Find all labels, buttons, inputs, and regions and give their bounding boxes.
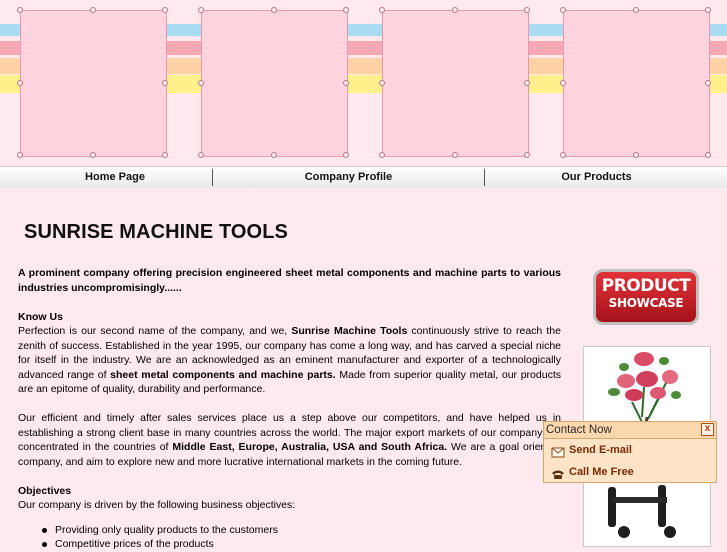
banner-dot: [162, 152, 168, 158]
intro-text: A prominent company offering precision e…: [18, 267, 561, 294]
showcase-line-2: SHOWCASE: [608, 296, 684, 310]
banner-dot: [343, 80, 349, 86]
showcase-line-1: PRODUCT: [601, 276, 691, 296]
banner-dot: [198, 152, 204, 158]
know-us-paragraph-1: Perfection is our second name of the com…: [18, 324, 561, 397]
banner-dot: [705, 80, 711, 86]
banner-dot: [271, 7, 277, 13]
banner-dot: [524, 80, 530, 86]
banner-dot: [162, 7, 168, 13]
banner-dot: [198, 7, 204, 13]
banner-panel: [382, 10, 529, 157]
banner-dot: [633, 152, 639, 158]
banner-dot: [705, 7, 711, 13]
objectives-list: Providing only quality products to the c…: [18, 523, 561, 552]
export-markets: Middle East, Europe, Australia, USA and …: [172, 441, 448, 453]
banner-dot: [379, 80, 385, 86]
banner-dot: [560, 152, 566, 158]
banner-dot: [524, 152, 530, 158]
nav-home-page[interactable]: Home Page: [0, 167, 230, 188]
banner-dot: [17, 7, 23, 13]
banner-dot: [633, 7, 639, 13]
contact-header: Contact Now: [544, 422, 716, 439]
nav-underband: [0, 188, 727, 202]
call-me-free-label: Call Me Free: [569, 466, 634, 478]
banner-dot: [162, 80, 168, 86]
banner-dot: [90, 152, 96, 158]
banner-dot: [17, 80, 23, 86]
banner-dot: [560, 7, 566, 13]
list-item: Providing only quality products to the c…: [42, 523, 561, 538]
know-us-heading: Know Us: [18, 310, 63, 323]
banner-dot: [343, 7, 349, 13]
nav-company-profile[interactable]: Company Profile: [213, 167, 484, 188]
main-nav: Home Page Company Profile Our Products: [0, 166, 727, 189]
objectives-intro: Our company is driven by the following b…: [18, 499, 296, 511]
banner-panel: [201, 10, 348, 157]
banner-dot: [379, 152, 385, 158]
banner-dot: [379, 7, 385, 13]
product-showcase-button[interactable]: PRODUCT SHOWCASE: [593, 269, 699, 325]
objectives-heading: Objectives: [18, 484, 72, 497]
contact-widget: Contact Now x Send E-mail Call Me Free: [543, 421, 717, 483]
know-us-paragraph-2: Our efficient and timely after sales ser…: [18, 411, 561, 469]
page-title: SUNRISE MACHINE TOOLS: [24, 221, 288, 243]
main-content: A prominent company offering precision e…: [18, 266, 561, 552]
banner-dot: [524, 7, 530, 13]
list-item: Competitive prices of the products: [42, 537, 561, 552]
banner-dot: [560, 80, 566, 86]
banner-dot: [198, 80, 204, 86]
text-span: Perfection is our second name of the com…: [18, 325, 292, 337]
banner-panel: [563, 10, 710, 157]
banner-panel: [20, 10, 167, 157]
banner-dot: [343, 152, 349, 158]
close-icon[interactable]: x: [701, 423, 714, 436]
contact-title: Contact Now: [546, 424, 612, 436]
banner-dot: [271, 152, 277, 158]
products-highlight: sheet metal components and machine parts…: [110, 368, 336, 381]
banner-dot: [452, 7, 458, 13]
banner-dot: [452, 152, 458, 158]
banner-dot: [17, 152, 23, 158]
banner-dot: [705, 152, 711, 158]
company-name: Sunrise Machine Tools: [291, 325, 408, 337]
header-banner: [0, 0, 727, 166]
banner-dot: [90, 7, 96, 13]
nav-our-products[interactable]: Our Products: [485, 167, 708, 188]
phone-icon: [551, 466, 565, 488]
send-email-label: Send E-mail: [569, 444, 632, 456]
call-me-free-button[interactable]: Call Me Free: [544, 461, 716, 483]
send-email-button[interactable]: Send E-mail: [544, 439, 716, 461]
